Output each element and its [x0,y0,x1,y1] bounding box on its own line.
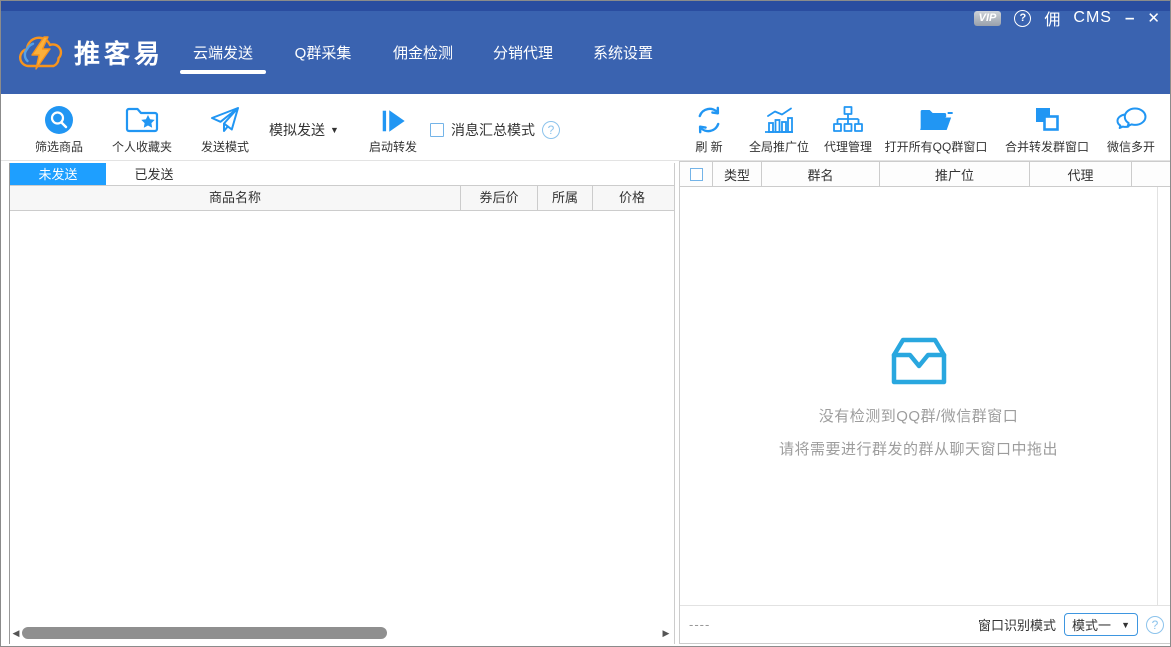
favorites-label: 个人收藏夹 [112,138,172,155]
open-all-qq-windows-button[interactable]: 打开所有QQ群窗口 [885,103,988,155]
summary-help-icon[interactable]: ? [542,121,560,139]
col-coupon-price: 券后价 [461,186,538,210]
app-logo: 推客易 [17,31,164,73]
col-agent: 代理 [1030,162,1132,186]
status-dashes: ---- [689,617,710,632]
window-mode-select[interactable]: 模式一 ▼ [1064,613,1138,636]
favorites-button[interactable]: 个人收藏夹 [112,103,172,155]
toolbar: 筛选商品 个人收藏夹 发送模式 模拟发送 ▼ [1,94,1170,161]
merge-squares-icon [1032,103,1062,135]
main-nav: 云端发送 Q群采集 佣金检测 分销代理 系统设置 [173,11,673,94]
product-panel: 未发送 已发送 商品名称 券后价 所属 价格 ◀ ▶ [9,163,675,644]
filter-products-button[interactable]: 筛选商品 [35,103,83,155]
filter-products-label: 筛选商品 [35,138,83,155]
global-promo-label: 全局推广位 [749,138,809,155]
commission-icon[interactable]: 佣 [1044,6,1060,30]
col-promo-slot: 推广位 [880,162,1030,186]
merge-forward-windows-label: 合并转发群窗口 [1005,138,1089,155]
tab-unsent[interactable]: 未发送 [10,163,106,185]
window-mode-group: 窗口识别模式 模式一 ▼ ? [978,613,1164,636]
summary-mode-checkbox[interactable] [430,123,444,137]
mode-help-icon[interactable]: ? [1146,616,1164,634]
window-mode-value: 模式一 [1072,615,1111,634]
scroll-left-icon[interactable]: ◀ [10,624,22,642]
summary-mode-group: 消息汇总模式 ? [430,120,560,140]
app-window: 推客易 云端发送 Q群采集 佣金检测 分销代理 系统设置 VIP ? 佣 CMS… [0,0,1171,647]
inbox-icon [886,333,952,391]
simulate-send-dropdown[interactable]: 模拟发送 ▼ [269,120,339,140]
start-forward-label: 启动转发 [369,138,417,155]
brand-name: 推客易 [74,34,164,71]
start-forward-button[interactable]: 启动转发 [369,103,417,155]
tab-sent[interactable]: 已发送 [106,163,202,185]
wechat-multi-open-label: 微信多开 [1107,138,1155,155]
open-all-qq-windows-label: 打开所有QQ群窗口 [885,138,988,155]
play-icon [379,103,407,135]
nav-tab-cloud-send[interactable]: 云端发送 [173,11,273,94]
col-type: 类型 [713,162,762,186]
refresh-icon [694,103,724,135]
select-all-checkbox[interactable] [690,168,703,181]
org-tree-icon [831,103,865,135]
send-mode-label: 发送模式 [201,138,249,155]
close-button[interactable]: ✕ [1147,9,1160,27]
bar-chart-icon [762,103,796,135]
nav-tab-system-settings[interactable]: 系统设置 [573,11,673,94]
vertical-scrollbar-track[interactable] [1157,187,1158,605]
product-table-body [10,212,674,622]
horizontal-scrollbar[interactable]: ◀ ▶ [10,624,674,642]
scrollbar-thumb[interactable] [22,627,387,639]
minimize-button[interactable]: – [1125,13,1134,23]
caret-down-icon: ▼ [1121,620,1130,630]
cloud-lightning-logo-icon [17,31,67,73]
simulate-send-label: 模拟发送 [269,120,325,140]
window-controls: VIP ? 佣 CMS – ✕ [974,6,1160,30]
chat-bubbles-icon [1115,103,1147,135]
send-mode-button[interactable]: 发送模式 [201,103,249,155]
col-product-name: 商品名称 [10,186,461,210]
empty-state-title: 没有检测到QQ群/微信群窗口 [819,405,1019,426]
global-promo-button[interactable]: 全局推广位 [749,103,809,155]
caret-down-icon: ▼ [330,125,339,135]
group-panel-footer: ---- 窗口识别模式 模式一 ▼ ? [680,605,1170,643]
open-folder-icon [918,103,954,135]
empty-state: 没有检测到QQ群/微信群窗口 请将需要进行群发的群从聊天窗口中拖出 [680,187,1157,605]
window-mode-label: 窗口识别模式 [978,615,1056,634]
wechat-multi-open-button[interactable]: 微信多开 [1107,103,1155,155]
help-icon[interactable]: ? [1014,10,1031,27]
vip-badge[interactable]: VIP [974,11,1002,26]
col-price: 价格 [593,186,671,210]
product-table-header: 商品名称 券后价 所属 价格 [10,186,674,211]
col-belong: 所属 [538,186,593,210]
paper-plane-icon [209,103,241,135]
nav-tab-commission-check[interactable]: 佣金检测 [373,11,473,94]
summary-mode-label: 消息汇总模式 [451,120,535,140]
refresh-button[interactable]: 刷 新 [694,103,724,155]
folder-star-icon [125,103,159,135]
agent-manage-button[interactable]: 代理管理 [824,103,872,155]
col-filler [1132,162,1170,186]
col-group-name: 群名 [762,162,880,186]
cms-button[interactable]: CMS [1073,9,1112,27]
nav-tab-distribution-agent[interactable]: 分销代理 [473,11,573,94]
empty-state-subtitle: 请将需要进行群发的群从聊天窗口中拖出 [779,438,1058,459]
refresh-label: 刷 新 [695,138,722,155]
scroll-right-icon[interactable]: ▶ [660,624,672,642]
group-table-header: 类型 群名 推广位 代理 [680,162,1170,187]
merge-forward-windows-button[interactable]: 合并转发群窗口 [1005,103,1089,155]
group-window-panel: 类型 群名 推广位 代理 没有检测到QQ群/微信群窗口 请将需要进行群发的群从聊… [679,161,1171,644]
agent-manage-label: 代理管理 [824,138,872,155]
nav-tab-qgroup-collect[interactable]: Q群采集 [273,11,373,94]
select-all-cell [680,162,713,186]
search-circle-icon [44,103,74,135]
product-tabs: 未发送 已发送 [10,163,674,186]
